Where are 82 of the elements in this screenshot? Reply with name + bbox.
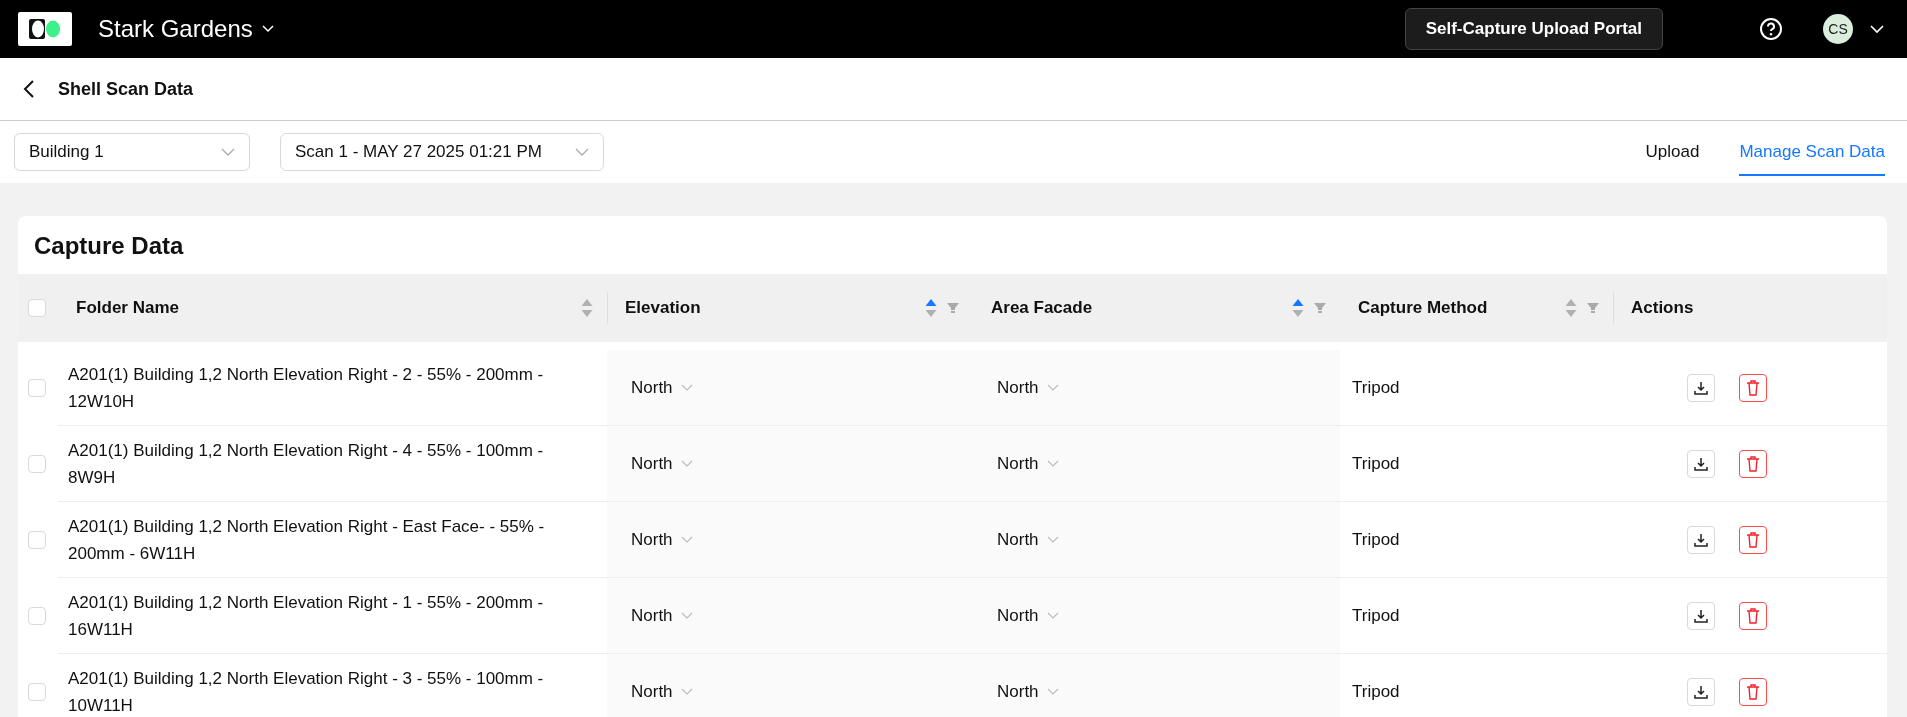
column-header: Elevation: [625, 298, 702, 318]
download-button[interactable]: [1687, 525, 1715, 554]
delete-button[interactable]: [1739, 601, 1767, 630]
facade-dropdown[interactable]: North: [997, 377, 1059, 398]
tab[interactable]: Upload: [1645, 128, 1700, 176]
chevron-down-icon: [1046, 611, 1059, 620]
folder-name: A201(1) Building 1,2 North Elevation Right - 1 - 55% - 200mm - 16W11H: [68, 591, 545, 641]
chevron-down-icon: [680, 459, 693, 468]
row-checkbox[interactable]: [28, 531, 46, 549]
capture-method: Tripod: [1352, 681, 1400, 702]
chevron-down-icon: [680, 687, 693, 696]
logo-icon[interactable]: [18, 12, 72, 46]
capture-method: Tripod: [1352, 453, 1400, 474]
project-dropdown[interactable]: Stark Gardens: [98, 15, 275, 43]
column-header: Folder Name: [76, 298, 180, 318]
trash-icon: [1746, 455, 1760, 472]
elevation-dropdown[interactable]: North: [631, 377, 693, 398]
column-header: Area Facade: [991, 298, 1094, 318]
chevron-down-icon: [260, 24, 275, 34]
row-checkbox[interactable]: [28, 379, 46, 397]
chevron-down-icon: [1046, 535, 1059, 544]
folder-name: A201(1) Building 1,2 North Elevation Right - 4 - 55% - 100mm - 8W9H: [68, 439, 545, 489]
chevron-down-icon: [680, 611, 693, 620]
capture-method: Tripod: [1352, 605, 1400, 626]
page-title: Shell Scan Data: [58, 78, 194, 100]
user-avatar[interactable]: CS: [1823, 14, 1853, 44]
chevron-down-icon: [1046, 383, 1059, 392]
capture-method: Tripod: [1352, 377, 1400, 398]
sort-icon[interactable]: [1292, 298, 1304, 318]
filter-dropdown[interactable]: Building 1: [14, 133, 250, 171]
folder-name: A201(1) Building 1,2 North Elevation Right - 3 - 55% - 100mm - 10W11H: [68, 667, 545, 717]
help-icon[interactable]: [1759, 17, 1783, 41]
download-button[interactable]: [1687, 677, 1715, 706]
download-icon: [1694, 532, 1708, 547]
upload-portal-button[interactable]: Self-Capture Upload Portal: [1404, 8, 1663, 50]
facade-dropdown[interactable]: North: [997, 681, 1059, 702]
trash-icon: [1746, 531, 1760, 548]
elevation-dropdown[interactable]: North: [631, 529, 693, 550]
delete-button[interactable]: [1739, 373, 1767, 402]
row-checkbox[interactable]: [28, 607, 46, 625]
back-icon[interactable]: [22, 79, 36, 99]
filter-icon[interactable]: [1314, 302, 1326, 314]
facade-dropdown[interactable]: North: [997, 605, 1059, 626]
filter-icon[interactable]: [1587, 302, 1599, 314]
download-icon: [1694, 608, 1708, 623]
delete-button[interactable]: [1739, 525, 1767, 554]
chevron-down-icon: [575, 147, 589, 157]
download-icon: [1694, 456, 1708, 471]
chevron-down-icon: [1046, 687, 1059, 696]
folder-name: A201(1) Building 1,2 North Elevation Right - 2 - 55% - 200mm - 12W10H: [68, 363, 545, 413]
elevation-dropdown[interactable]: North: [631, 605, 693, 626]
chevron-down-icon: [221, 147, 235, 157]
trash-icon: [1746, 379, 1760, 396]
download-button[interactable]: [1687, 601, 1715, 630]
capture-method: Tripod: [1352, 529, 1400, 550]
select-all-checkbox[interactable]: [28, 299, 46, 317]
row-checkbox[interactable]: [28, 683, 46, 701]
chevron-down-icon: [680, 383, 693, 392]
download-button[interactable]: [1687, 449, 1715, 478]
filter-icon[interactable]: [947, 302, 959, 314]
row-checkbox[interactable]: [28, 455, 46, 473]
delete-button[interactable]: [1739, 677, 1767, 706]
trash-icon: [1746, 683, 1760, 700]
tab[interactable]: Manage Scan Data: [1739, 128, 1885, 176]
card-title: Capture Data: [33, 231, 185, 261]
elevation-dropdown[interactable]: North: [631, 681, 693, 702]
download-icon: [1694, 380, 1708, 395]
elevation-dropdown[interactable]: North: [631, 453, 693, 474]
sort-icon[interactable]: [925, 298, 937, 318]
column-header: Actions: [1631, 298, 1695, 318]
trash-icon: [1746, 607, 1760, 624]
facade-dropdown[interactable]: North: [997, 453, 1059, 474]
folder-name: A201(1) Building 1,2 North Elevation Right - East Face- - 55% - 200mm - 6W11H: [68, 515, 546, 565]
chevron-down-icon[interactable]: [1869, 24, 1885, 34]
delete-button[interactable]: [1739, 449, 1767, 478]
facade-dropdown[interactable]: North: [997, 529, 1059, 550]
chevron-down-icon: [680, 535, 693, 544]
filter-dropdown[interactable]: Scan 1 - MAY 27 2025 01:21 PM: [280, 133, 604, 171]
chevron-down-icon: [1046, 459, 1059, 468]
download-button[interactable]: [1687, 373, 1715, 402]
download-icon: [1694, 684, 1708, 699]
column-header: Capture Method: [1358, 298, 1489, 318]
